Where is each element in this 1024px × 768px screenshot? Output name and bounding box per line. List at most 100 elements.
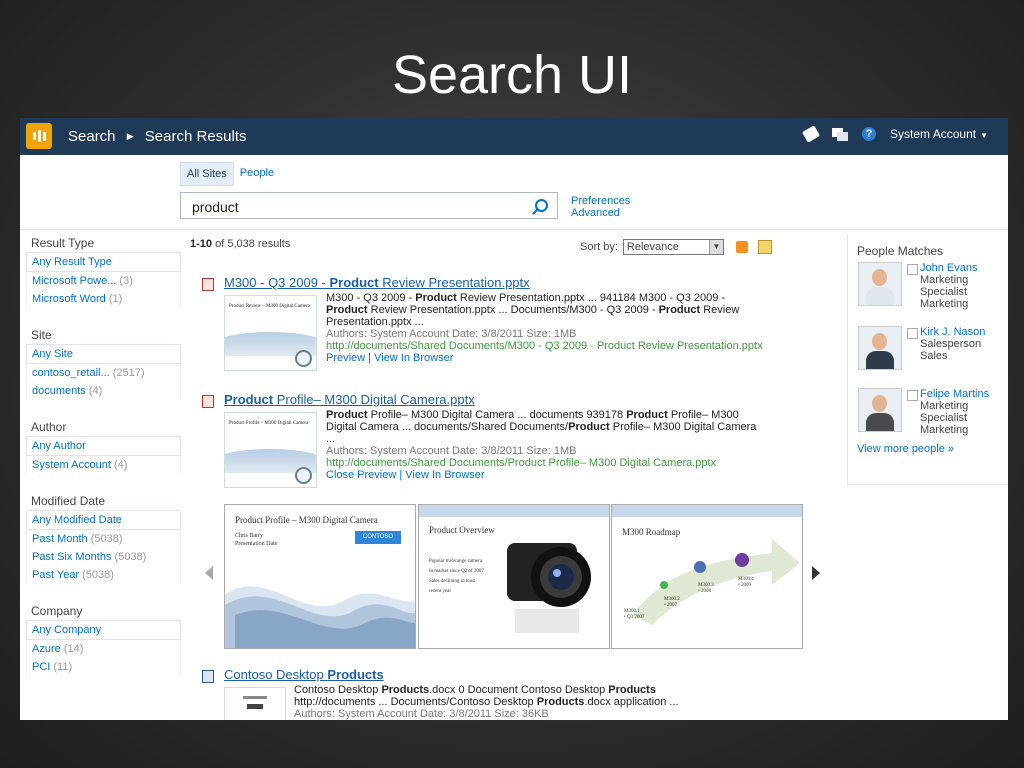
search-icon[interactable] (535, 199, 548, 212)
camera-lens-image (419, 505, 609, 633)
refiner-heading: Result Type (26, 234, 181, 253)
refiner-item-label: Past Six Months (32, 551, 112, 563)
avatar-body (866, 287, 894, 305)
carousel-next-icon[interactable] (812, 566, 820, 580)
refiner-item-label: Azure (32, 643, 61, 655)
refiner-item[interactable]: PCI (11) (26, 658, 181, 676)
refiner-item[interactable]: contoso_retail... (2517) (26, 364, 181, 382)
word-file-icon (202, 670, 214, 683)
refiner-item[interactable]: Past Year (5038) (26, 566, 181, 584)
result-meta: Authors: System Account Date: 3/8/2011 S… (294, 708, 549, 720)
result-thumbnail[interactable]: Product Review – M300 Digital Camera (224, 295, 317, 371)
breadcrumb-search-link[interactable]: Search (68, 128, 116, 145)
refiner-item[interactable]: Past Six Months (5038) (26, 548, 181, 566)
refiner-item[interactable]: documents (4) (26, 382, 181, 400)
title-text: Contoso Desktop (224, 667, 328, 682)
person-name-link[interactable]: John Evans (920, 262, 977, 274)
sharepoint-logo-icon[interactable] (26, 123, 52, 149)
snippet-text: M300 - Q3 2009 - (326, 292, 416, 304)
result-title-link[interactable]: Contoso Desktop Products (224, 667, 384, 682)
refiner-any[interactable]: Any Result Type (26, 253, 181, 272)
account-menu[interactable]: System Account ▼ (890, 127, 988, 141)
person-name-link[interactable]: Kirk J. Nason (920, 326, 985, 338)
view-in-browser-link[interactable]: View In Browser (374, 352, 453, 364)
result-meta: Authors: System Account Date: 3/8/2011 S… (326, 328, 577, 340)
avatar-head (872, 395, 887, 412)
result-summary: Contoso Desktop Products.docx 0 Document… (294, 684, 734, 696)
sort-select[interactable]: Relevance ▼ (622, 239, 724, 255)
sort-label: Sort by: (580, 241, 618, 253)
snippet-highlight: Product (326, 304, 368, 316)
avatar[interactable] (858, 262, 902, 306)
preview-slide-2[interactable]: Product Overview Popular mid-range camer… (418, 504, 610, 649)
refiner-any[interactable]: Any Modified Date (26, 511, 181, 530)
view-more-people-link[interactable]: View more people » (857, 443, 954, 455)
snippet-highlight: Product (658, 304, 701, 316)
rss-icon[interactable] (735, 241, 748, 253)
thumb-caption: Product Review – M300 Digital Camera (229, 304, 310, 309)
person-checkbox[interactable] (907, 264, 918, 275)
refiner-item-label: System Account (32, 459, 111, 471)
refiner-item[interactable]: Microsoft Powe... (3) (26, 272, 181, 290)
result-actions: Close Preview | View In Browser (326, 469, 485, 481)
refiner-heading: Company (26, 602, 181, 621)
result-title-link[interactable]: Product Profile– M300 Digital Camera.ppt… (224, 392, 475, 407)
refiner-item-count: (1) (108, 293, 123, 305)
refiner-any[interactable]: Any Site (26, 345, 181, 364)
result-thumbnail[interactable]: Product Profile – M300 Digital Camera (224, 412, 317, 488)
label-text: • 2007 (664, 603, 678, 608)
tab-people[interactable]: People (234, 162, 280, 186)
snippet-text: Review Presentation.pptx ... 941184 M300… (456, 292, 726, 304)
avatar[interactable] (858, 388, 902, 432)
refiner-item-count: (11) (53, 661, 73, 673)
close-preview-link[interactable]: Close Preview (326, 469, 396, 481)
sort-value: Relevance (626, 241, 679, 253)
result-url[interactable]: http://documents/Shared Documents/Produc… (326, 457, 766, 469)
advanced-link[interactable]: Advanced (571, 207, 630, 219)
preview-slide-3[interactable]: M300 Roadmap M300.1 • Q3 2007 M300.2 • 200… (611, 504, 803, 649)
refiner-item[interactable]: Microsoft Word (1) (26, 290, 181, 308)
carousel-prev-icon[interactable] (205, 566, 213, 580)
refiner-item-label: Microsoft Powe... (32, 275, 117, 287)
tab-all-sites[interactable]: All Sites (180, 162, 234, 186)
preview-link[interactable]: Preview (326, 352, 365, 364)
result-thumbnail[interactable] (224, 687, 286, 720)
person-department: Marketing (920, 298, 969, 310)
sharepoint-window: Search ▶ Search Results ? System Account… (20, 118, 1008, 720)
result-actions: Preview | View In Browser (326, 352, 454, 364)
preview-slide-1[interactable]: Product Profile – M300 Digital Camera Ch… (224, 504, 416, 649)
refiner-item[interactable]: Past Month (5038) (26, 530, 181, 548)
snippet-highlight: Products (608, 684, 656, 696)
refiner-item[interactable]: System Account (4) (26, 456, 181, 474)
magnifier-icon[interactable] (295, 350, 312, 367)
person-name-link[interactable]: Felipe Martins (920, 388, 989, 400)
search-input[interactable] (190, 198, 524, 216)
title-text: Review Presentation.pptx (378, 275, 530, 290)
account-name: System Account (890, 127, 977, 141)
help-icon[interactable]: ? (862, 127, 877, 141)
refiner-item-label: PCI (32, 661, 51, 673)
view-in-browser-link[interactable]: View In Browser (405, 469, 484, 481)
top-bar-actions: ? System Account ▼ (801, 125, 988, 143)
snippet-highlight: Product (626, 409, 668, 421)
alert-me-icon[interactable] (757, 240, 772, 254)
result-title-link[interactable]: M300 - Q3 2009 - Product Review Presenta… (224, 275, 530, 290)
refiner-any[interactable]: Any Author (26, 437, 181, 456)
preferences-link[interactable]: Preferences (571, 195, 630, 207)
roadmap-label: M300.2 • 2007 (664, 597, 680, 609)
avatar[interactable] (858, 326, 902, 370)
search-box (180, 192, 558, 219)
person-info: Felipe Martins Marketing Specialist Mark… (920, 388, 989, 436)
refiner-item[interactable]: Azure (14) (26, 640, 181, 658)
refiner-item-label: Past Month (32, 533, 88, 545)
tag-icon[interactable] (801, 125, 821, 143)
person-checkbox[interactable] (907, 390, 918, 401)
refiner-modified-date: Modified Date Any Modified Date Past Mon… (26, 492, 181, 584)
doc-lines-graphic (247, 704, 263, 709)
title-text: Profile– M300 Digital Camera.pptx (273, 392, 475, 407)
person-checkbox[interactable] (907, 328, 918, 339)
result-url[interactable]: http://documents/Shared Documents/M300 -… (326, 340, 766, 352)
magnifier-icon[interactable] (295, 467, 312, 484)
pages-icon[interactable] (832, 128, 849, 141)
refiner-any[interactable]: Any Company (26, 621, 181, 640)
